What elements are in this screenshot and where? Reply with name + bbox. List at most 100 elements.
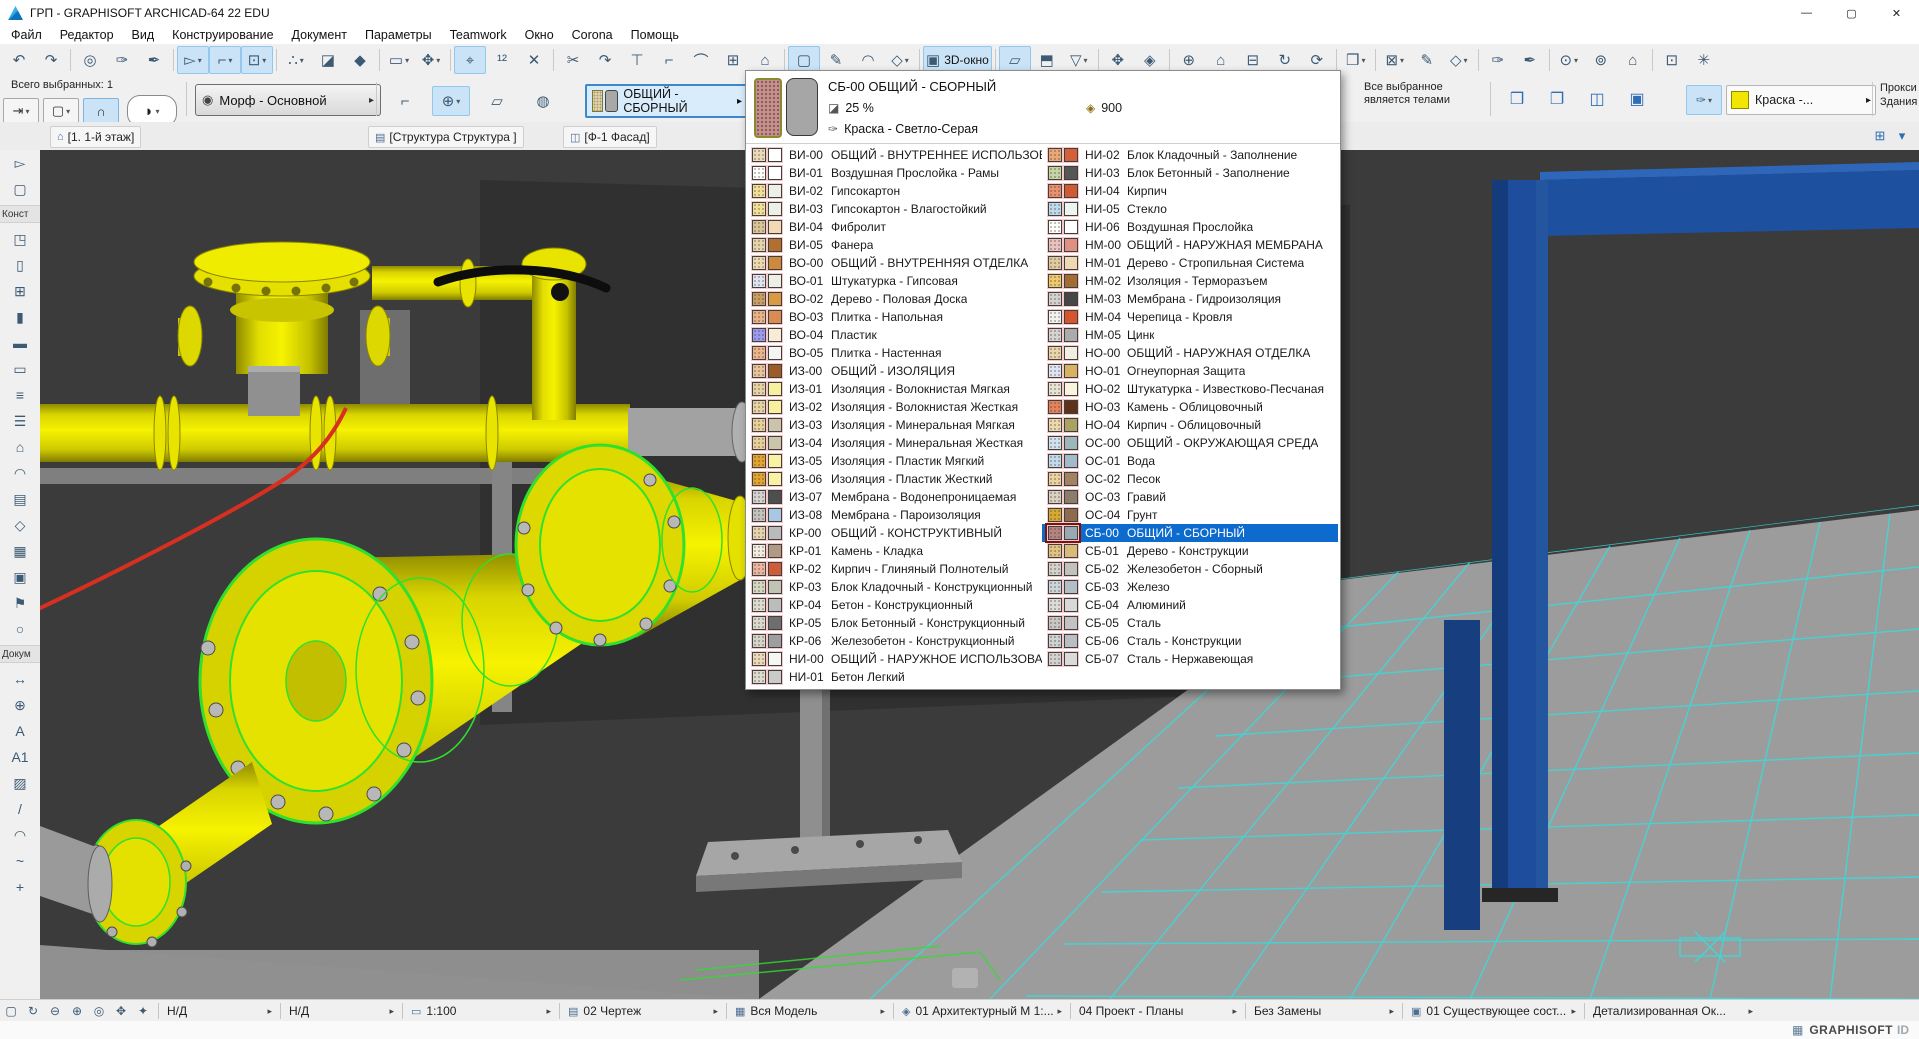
material-row[interactable]: ВО-02Дерево - Половая Доска [746, 290, 1042, 308]
menu-help[interactable]: Помощь [622, 26, 688, 44]
text-tool[interactable]: A [0, 718, 40, 744]
material-row[interactable]: ИЗ-06Изоляция - Пластик Жесткий [746, 470, 1042, 488]
material-row[interactable]: ВИ-01Воздушная Прослойка - Рамы [746, 164, 1042, 182]
open-book-button[interactable]: ❐ [1537, 84, 1577, 114]
selection-method-button[interactable]: ⇥▾ [3, 98, 39, 124]
element-snap-button[interactable]: ⊡▾ [241, 46, 273, 74]
edit-plane-button[interactable]: ▱ [478, 86, 516, 116]
menu-window[interactable]: Окно [516, 26, 563, 44]
material-row[interactable]: ВИ-02Гипсокартон [746, 182, 1042, 200]
stair-tool[interactable]: ≡ [0, 382, 40, 408]
column-tool[interactable]: ▮ [0, 304, 40, 330]
render-filter-button[interactable]: ◇▾ [1443, 46, 1475, 74]
fillet-button[interactable]: ⌒ [685, 46, 717, 74]
camera-button[interactable]: ⊙▾ [1553, 46, 1585, 74]
align-button[interactable]: ⊤ [621, 46, 653, 74]
slab-tool[interactable]: ▭ [0, 356, 40, 382]
render-settings-button[interactable]: ✳ [1688, 46, 1720, 74]
favorites-dropdown[interactable]: ◉ Морф - Основной ▸ [195, 84, 381, 116]
magnet-toggle-button[interactable]: ∩ [83, 98, 119, 124]
dimension-tool[interactable]: ↔ [0, 666, 40, 692]
snap-plane-button[interactable]: ◪ [312, 46, 344, 74]
material-row[interactable]: ОС-03Гравий [1042, 488, 1338, 506]
material-row[interactable]: ОС-02Песок [1042, 470, 1338, 488]
material-row[interactable]: НМ-01Дерево - Стропильная Система [1042, 254, 1338, 272]
tab-overview-button[interactable]: ⊞ [1869, 125, 1891, 147]
video-camera-button[interactable]: ⊡ [1656, 46, 1688, 74]
figure-button[interactable]: ✥▾ [415, 46, 447, 74]
arc-tool[interactable]: ◠ [0, 822, 40, 848]
menu-corona[interactable]: Corona [563, 26, 622, 44]
material-row[interactable]: ВИ-03Гипсокартон - Влагостойкий [746, 200, 1042, 218]
material-row[interactable]: СБ-04Алюминий [1042, 596, 1338, 614]
orbit-button[interactable]: ↻ [22, 1001, 44, 1021]
layers-button[interactable]: ❒▾ [1340, 46, 1372, 74]
look-around-button[interactable]: ◎ [88, 1001, 110, 1021]
material-row[interactable]: СБ-05Сталь [1042, 614, 1338, 632]
tab-floor-plan[interactable]: ⌂ [1. 1-й этаж] [50, 126, 141, 148]
object-tool[interactable]: ⚑ [0, 590, 40, 616]
auto-dimension-button[interactable]: ¹² [486, 46, 518, 74]
wall-tool[interactable]: ◳ [0, 226, 40, 252]
material-row[interactable]: НО-02Штукатурка - Известково-Песчаная [1042, 380, 1338, 398]
marquee-tool[interactable]: ▢ [0, 176, 40, 202]
material-row[interactable]: ВИ-00ОБЩИЙ - ВНУТРЕННЕЕ ИСПОЛЬЗОВАНИЕ [746, 146, 1042, 164]
snap-points-button[interactable]: ∴▾ [280, 46, 312, 74]
measure-tool-button[interactable]: ⌐▾ [209, 46, 241, 74]
render-house-button[interactable]: ⌂ [1617, 46, 1649, 74]
paint-brush-button[interactable]: ✑ [1482, 46, 1514, 74]
relative-origin-button[interactable]: ⊕▾ [432, 86, 470, 116]
material-row[interactable]: НМ-00ОБЩИЙ - НАРУЖНАЯ МЕМБРАНА [1042, 236, 1338, 254]
material-row[interactable]: ВО-03Плитка - Напольная [746, 308, 1042, 326]
inject-parameters-button[interactable]: ✑ [106, 46, 138, 74]
door-tool[interactable]: ▯ [0, 252, 40, 278]
material-row[interactable]: ИЗ-03Изоляция - Минеральная Мягкая [746, 416, 1042, 434]
material-row[interactable]: ВО-00ОБЩИЙ - ВНУТРЕННЯЯ ОТДЕЛКА [746, 254, 1042, 272]
arrow-tool-button[interactable]: ▻▾ [177, 46, 209, 74]
material-row[interactable]: НИ-06Воздушная Прослойка [1042, 218, 1338, 236]
closed-book-button[interactable]: ◫ [1577, 84, 1617, 114]
zone-tool[interactable]: ▣ [0, 564, 40, 590]
spline-tool[interactable]: ~ [0, 848, 40, 874]
guide-lines-button[interactable]: ◆ [344, 46, 376, 74]
drops-button[interactable]: ✒ [1514, 46, 1546, 74]
field-overrides[interactable]: Детализированная Ок...▸ [1589, 1001, 1757, 1021]
tab-structure[interactable]: ▤ [Структура Структура ] [368, 126, 524, 148]
material-row[interactable]: НИ-01Бетон Легкий [746, 668, 1042, 686]
beam-tool[interactable]: ▬ [0, 330, 40, 356]
roof-tool[interactable]: ⌂ [0, 434, 40, 460]
material-row[interactable]: КР-06Железобетон - Конструкционный [746, 632, 1042, 650]
close-button[interactable]: ✕ [1874, 0, 1919, 26]
hotspot-tool[interactable]: + [0, 874, 40, 900]
material-row[interactable]: ИЗ-08Мембрана - Пароизоляция [746, 506, 1042, 524]
material-row[interactable]: КР-04Бетон - Конструкционный [746, 596, 1042, 614]
menu-view[interactable]: Вид [123, 26, 164, 44]
material-row[interactable]: СБ-03Железо [1042, 578, 1338, 596]
field-position-1[interactable]: Н/Д▸ [163, 1001, 276, 1021]
material-row[interactable]: НИ-03Блок Бетонный - Заполнение [1042, 164, 1338, 182]
material-row[interactable]: СБ-01Дерево - Конструкции [1042, 542, 1338, 560]
bookmark-book-button[interactable]: ▣ [1617, 84, 1657, 114]
surface-dropdown[interactable]: Краска -... ▸ [1726, 85, 1876, 115]
material-row[interactable]: КР-03Блок Кладочный - Конструкционный [746, 578, 1042, 596]
material-row[interactable]: ВИ-04Фибролит [746, 218, 1042, 236]
explore-button[interactable]: ✦ [132, 1001, 154, 1021]
material-row[interactable]: ВО-05Плитка - Настенная [746, 344, 1042, 362]
material-row[interactable]: НМ-05Цинк [1042, 326, 1338, 344]
material-row[interactable]: ИЗ-02Изоляция - Волокнистая Жесткая [746, 398, 1042, 416]
material-row[interactable]: ИЗ-05Изоляция - Пластик Мягкий [746, 452, 1042, 470]
menu-teamwork[interactable]: Teamwork [441, 26, 516, 44]
menu-edit[interactable]: Редактор [51, 26, 123, 44]
material-row[interactable]: ИЗ-00ОБЩИЙ - ИЗОЛЯЦИЯ [746, 362, 1042, 380]
material-row[interactable]: НМ-02Изоляция - Терморазъем [1042, 272, 1338, 290]
inject-parameters-alt-button[interactable]: ✒ [138, 46, 170, 74]
menu-file[interactable]: Файл [2, 26, 51, 44]
material-row[interactable]: КР-02Кирпич - Глиняный Полнотелый [746, 560, 1042, 578]
cancel-reference-button[interactable]: ✕ [518, 46, 550, 74]
material-row[interactable]: КР-05Блок Бетонный - Конструкционный [746, 614, 1042, 632]
material-row[interactable]: ВО-04Пластик [746, 326, 1042, 344]
field-scale[interactable]: ▭1:100▸ [407, 1001, 555, 1021]
material-row[interactable]: ИЗ-07Мембрана - Водонепроницаемая [746, 488, 1042, 506]
zoom-out-button[interactable]: ⊖ [44, 1001, 66, 1021]
revolve-button[interactable]: ◍ [524, 86, 562, 116]
